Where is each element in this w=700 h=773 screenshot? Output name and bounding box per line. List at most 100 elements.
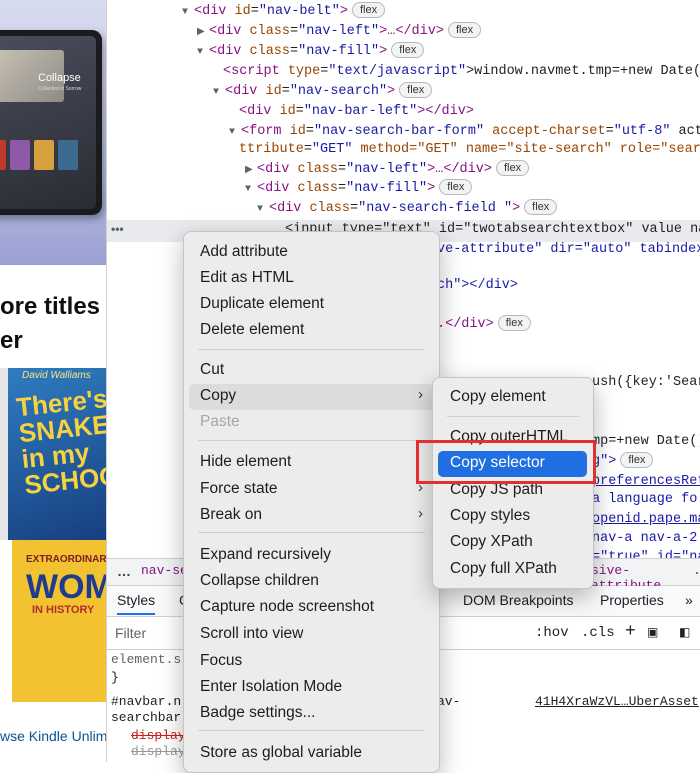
flex-badge[interactable]: flex [439,179,473,195]
submenu-item-copy-styles[interactable]: Copy styles [450,507,530,525]
submenu-item-copy-xpath[interactable]: Copy XPath [450,533,533,551]
dom-line-partial[interactable]: ush({key:'Sear [592,373,700,393]
style-rule-selector[interactable]: element.s [111,652,181,667]
new-rule-button[interactable]: + [625,622,636,642]
stylesheet-source-link[interactable]: 41H4XraWzVL…UberAsset [535,694,699,709]
menu-item-focus[interactable]: Focus [200,652,242,670]
style-rule-selector[interactable]: #navbar.n [111,694,181,709]
more-dots-icon[interactable]: ••• [111,222,124,236]
menu-separator [198,532,425,533]
attr-value: "nav-search" [289,84,388,99]
dom-line-partial[interactable]: ch"></div> [437,276,518,296]
dom-line[interactable]: ▼ <div id="nav-belt"> flex [182,2,386,23]
collapse-triangle-icon[interactable]: ▼ [213,83,225,103]
dom-line[interactable]: ttribute="GET" method="GET" name="site-s… [239,140,700,160]
menu-item-badge-settings[interactable]: Badge settings... [200,704,315,722]
dom-line[interactable]: ▼ <div class="nav-search-field "> flex [257,199,558,220]
dom-line-partial[interactable]: nav-a nav-a-2 [592,529,697,549]
styles-filter-input[interactable]: Filter [115,625,146,641]
flex-badge[interactable]: flex [351,2,386,18]
dom-line[interactable]: <script type="text/javascript">window.na… [223,62,700,82]
tag-name: <div [209,24,242,39]
tab-styles[interactable]: Styles [117,592,156,615]
book-cover-snake[interactable]: David Walliams There's a SNAKE in my SCH… [8,368,106,540]
menu-item-delete-element[interactable]: Delete element [200,321,304,339]
menu-item-copy[interactable]: Copy [200,387,236,405]
menu-separator [198,440,425,441]
tag-name: <div [257,162,290,177]
book-author: David Walliams [22,370,91,381]
book-cover-women[interactable]: EXTRAORDINARY WOMEN IN HISTORY [12,540,106,702]
submenu-item-copy-full-xpath[interactable]: Copy full XPath [450,560,557,578]
menu-item-scroll-into-view[interactable]: Scroll into view [200,625,303,643]
book-title: There's a SNAKE in my SCHOOL! [14,381,107,500]
dom-line-partial[interactable]: openid.pape.ma [592,510,700,530]
menu-item-expand-recursively[interactable]: Expand recursively [200,546,331,564]
expand-triangle-icon[interactable]: ▶ [197,23,209,43]
collapse-triangle-icon[interactable]: ▼ [197,43,209,63]
attr-value: "nav-fill" [298,44,380,59]
menu-item-duplicate-element[interactable]: Duplicate element [200,295,324,313]
dom-line-partial[interactable]: .</div> flex [437,315,531,335]
hov-button[interactable]: :hov [535,625,569,641]
attr-name: class [301,201,351,216]
attr-name: id [226,4,251,19]
flex-badge[interactable]: flex [447,22,482,38]
flex-badge[interactable]: flex [391,42,425,58]
breadcrumb-more-icon[interactable]: … [117,563,131,579]
tag-name: <script [223,64,280,79]
menu-item-enter-isolation-mode[interactable]: Enter Isolation Mode [200,678,342,696]
attr-value: "nav-left" [298,24,380,39]
dom-line[interactable]: ▼ <div class="nav-fill"> flex [245,179,473,200]
tab-properties[interactable]: Properties [600,592,664,608]
dom-line[interactable]: ▶ <div class="nav-left">…</div> flex [245,160,530,181]
dom-line-partial[interactable]: g"> flex [592,452,654,472]
submenu-item-copy-element[interactable]: Copy element [450,388,546,406]
dom-line-partial[interactable]: preferencesRet [592,472,700,492]
dom-line-partial[interactable]: a language fo [592,490,697,510]
attr-name: class [289,181,339,196]
menu-item-break-on[interactable]: Break on [200,506,262,524]
collapse-triangle-icon[interactable]: ▼ [182,3,194,23]
menu-item-store-as-global-variable[interactable]: Store as global variable [200,744,362,762]
toggle-sidebar-icon[interactable]: ◧ [679,625,690,640]
dom-line-partial[interactable]: mp=+new Date() [592,432,700,452]
menu-item-cut[interactable]: Cut [200,361,224,379]
style-property[interactable]: display [131,728,186,743]
dom-line-partial[interactable]: ve-attribute" dir="auto" tabindex [437,240,700,260]
menu-item-force-state[interactable]: Force state [200,480,278,498]
kindle-unlimited-link[interactable]: wse Kindle Unlim [0,728,106,744]
flex-badge[interactable]: flex [524,199,558,215]
cls-button[interactable]: .cls [581,625,615,641]
menu-item-collapse-children[interactable]: Collapse children [200,572,319,590]
breadcrumb-item[interactable]: nav-se [141,563,188,578]
tablet-book [0,140,6,170]
dom-line[interactable]: ▶ <div class="nav-left">…</div> flex [197,22,482,43]
menu-item-capture-node-screenshot[interactable]: Capture node screenshot [200,598,374,616]
highlight-callout [416,440,596,484]
style-rule-selector[interactable]: searchbar [111,710,181,725]
kindle-hero-banner[interactable]: Collapse Collected in Sorrow [0,0,106,265]
menu-item-add-attribute[interactable]: Add attribute [200,243,288,261]
tag-name: <div [194,4,227,19]
more-tabs-icon[interactable]: » [685,592,693,608]
dom-line[interactable]: ▼ <form id="nav-search-bar-form" accept-c… [229,122,700,142]
flex-badge[interactable]: flex [495,160,530,176]
paint-icon[interactable]: ▣ [647,625,658,640]
flex-badge[interactable]: flex [620,452,654,468]
dom-line[interactable]: ▼ <div id="nav-search"> flex [213,82,433,103]
dom-line[interactable]: ▼ <div class="nav-fill"> flex [197,42,425,63]
flex-badge[interactable]: flex [497,315,531,331]
collapse-triangle-icon[interactable]: ▼ [257,200,269,220]
expand-triangle-icon[interactable]: ▶ [245,161,257,181]
style-property[interactable]: display [131,744,186,759]
menu-item-edit-as-html[interactable]: Edit as HTML [200,269,294,287]
tag-name: <form [241,124,282,139]
tab-dom-breakpoints[interactable]: DOM Breakpoints [463,592,573,608]
flex-badge[interactable]: flex [399,82,433,98]
collapse-triangle-icon[interactable]: ▼ [245,180,257,200]
tablet-image: Collapse Collected in Sorrow [0,30,102,215]
dom-line[interactable]: <div id="nav-bar-left"></div> [239,102,474,122]
menu-item-hide-element[interactable]: Hide element [200,453,291,471]
attr-value: "nav-search-field " [358,201,513,216]
